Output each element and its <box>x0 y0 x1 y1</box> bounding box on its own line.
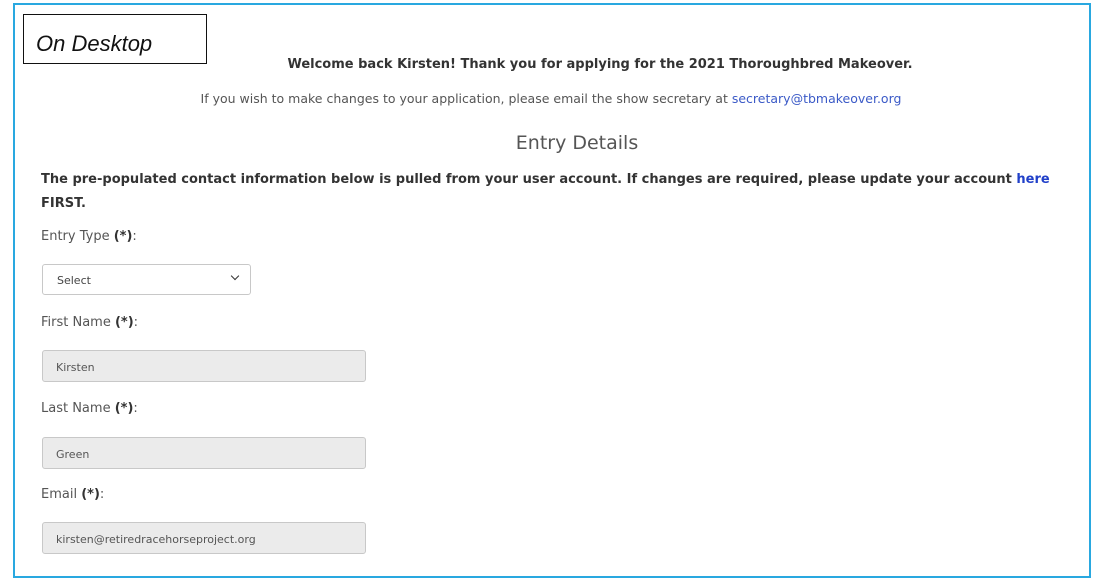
last-name-value: Green <box>56 448 90 461</box>
entry-type-select[interactable]: Select <box>42 264 251 295</box>
chevron-down-icon <box>230 271 240 281</box>
email-field[interactable]: kirsten@retiredracehorseproject.org <box>42 522 366 554</box>
on-desktop-callout: On Desktop <box>23 14 207 64</box>
email-label: Email (*): <box>41 487 105 502</box>
secretary-email-link[interactable]: secretary@tbmakeover.org <box>732 91 902 106</box>
first-name-label-text: First Name <box>41 315 115 330</box>
changes-notice: If you wish to make changes to your appl… <box>0 91 1102 106</box>
required-marker: (*) <box>113 229 133 244</box>
last-name-label: Last Name (*): <box>41 401 138 416</box>
email-value: kirsten@retiredracehorseproject.org <box>56 533 256 546</box>
first-name-label: First Name (*): <box>41 315 139 330</box>
entry-type-value: Select <box>57 274 91 287</box>
last-name-field[interactable]: Green <box>42 437 366 469</box>
entry-type-label-text: Entry Type <box>41 229 114 244</box>
first-name-field[interactable]: Kirsten <box>42 350 366 382</box>
first-name-value: Kirsten <box>56 361 95 374</box>
update-account-link[interactable]: here <box>1016 172 1049 187</box>
welcome-message: Welcome back Kirsten! Thank you for appl… <box>287 57 913 72</box>
prepop-suffix: FIRST. <box>41 196 86 211</box>
required-marker: (*) <box>114 401 134 416</box>
last-name-label-text: Last Name <box>41 401 115 416</box>
section-title: Entry Details <box>515 132 639 154</box>
entry-type-label: Entry Type (*): <box>41 229 137 244</box>
required-marker: (*) <box>81 487 100 502</box>
prepop-text: The pre-populated contact information be… <box>41 172 1017 187</box>
email-label-text: Email <box>41 487 82 502</box>
changes-text: If you wish to make changes to your appl… <box>200 91 732 106</box>
prepopulated-notice: The pre-populated contact information be… <box>41 168 1086 216</box>
required-marker: (*) <box>114 315 134 330</box>
